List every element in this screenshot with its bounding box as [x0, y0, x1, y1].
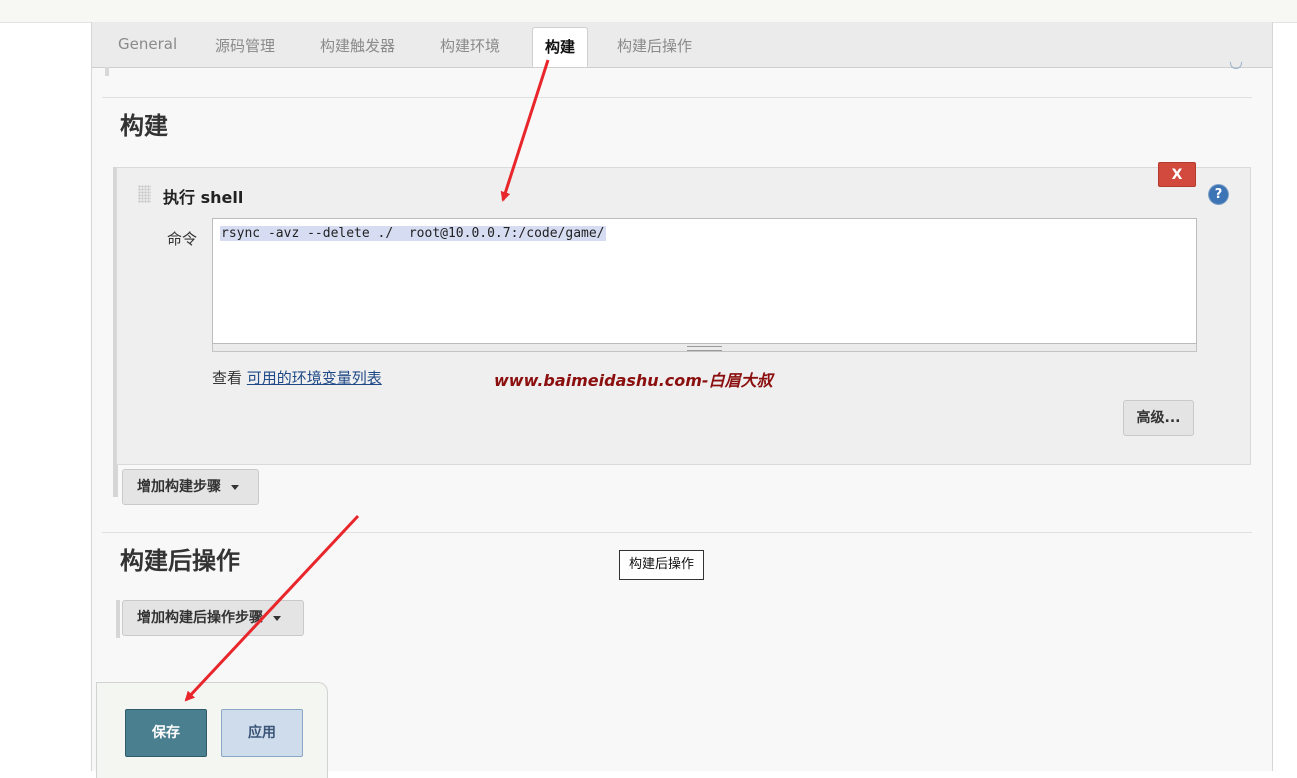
save-bar: 保存 应用 — [96, 682, 328, 778]
chevron-down-icon — [231, 484, 239, 490]
config-page: General 源码管理 构建触发器 构建环境 构建 构建后操作 构建 执行 s… — [91, 22, 1273, 778]
top-bar — [0, 0, 1297, 23]
build-section-title: 构建 — [120, 112, 168, 140]
apply-button[interactable]: 应用 — [221, 709, 303, 757]
tab-post-build[interactable]: 构建后操作 — [617, 35, 692, 56]
save-button[interactable]: 保存 — [125, 709, 207, 757]
tab-build[interactable]: 构建 — [532, 27, 589, 67]
tab-build-triggers[interactable]: 构建触发器 — [320, 35, 395, 56]
tab-general[interactable]: General — [118, 35, 177, 53]
tooltip: 构建后操作 — [619, 550, 705, 580]
resize-grip-icon — [687, 346, 722, 351]
add-build-step-label: 增加构建步骤 — [137, 479, 221, 495]
env-vars-link[interactable]: 可用的环境变量列表 — [247, 369, 382, 387]
env-vars-prefix: 查看 — [212, 369, 243, 387]
section-divider — [102, 97, 1252, 98]
add-post-build-step-label: 增加构建后操作步骤 — [137, 610, 263, 626]
command-text: rsync -avz --delete ./ root@10.0.0.7:/co… — [220, 226, 606, 241]
help-icon[interactable]: ? — [1209, 185, 1228, 204]
command-label: 命令 — [167, 230, 198, 248]
advanced-button[interactable]: 高级... — [1123, 400, 1194, 436]
delete-step-button[interactable]: X — [1158, 162, 1196, 187]
add-post-build-step-button[interactable]: 增加构建后操作步骤 — [122, 600, 304, 636]
drag-handle-icon[interactable] — [138, 185, 151, 203]
add-build-step-button[interactable]: 增加构建步骤 — [122, 469, 259, 505]
config-tab-bar: General 源码管理 构建触发器 构建环境 构建 构建后操作 — [92, 22, 1272, 68]
post-build-section-title: 构建后操作 — [120, 547, 240, 575]
tab-source-management[interactable]: 源码管理 — [215, 35, 275, 56]
step-title: 执行 shell — [163, 188, 244, 207]
command-textarea[interactable]: rsync -avz --delete ./ root@10.0.0.7:/co… — [212, 218, 1197, 344]
env-vars-line: 查看 可用的环境变量列表 — [212, 367, 382, 388]
advanced-button-label: 高级... — [1136, 410, 1181, 426]
section-divider-post — [102, 532, 1252, 533]
chevron-down-icon — [273, 615, 281, 621]
textarea-resize-handle[interactable] — [212, 344, 1197, 352]
tab-build-environment[interactable]: 构建环境 — [440, 35, 500, 56]
scroll-edge-mark — [105, 67, 109, 76]
post-build-rail — [116, 600, 120, 638]
watermark-text: www.baimeidashu.com-白眉大叔 — [494, 371, 773, 390]
